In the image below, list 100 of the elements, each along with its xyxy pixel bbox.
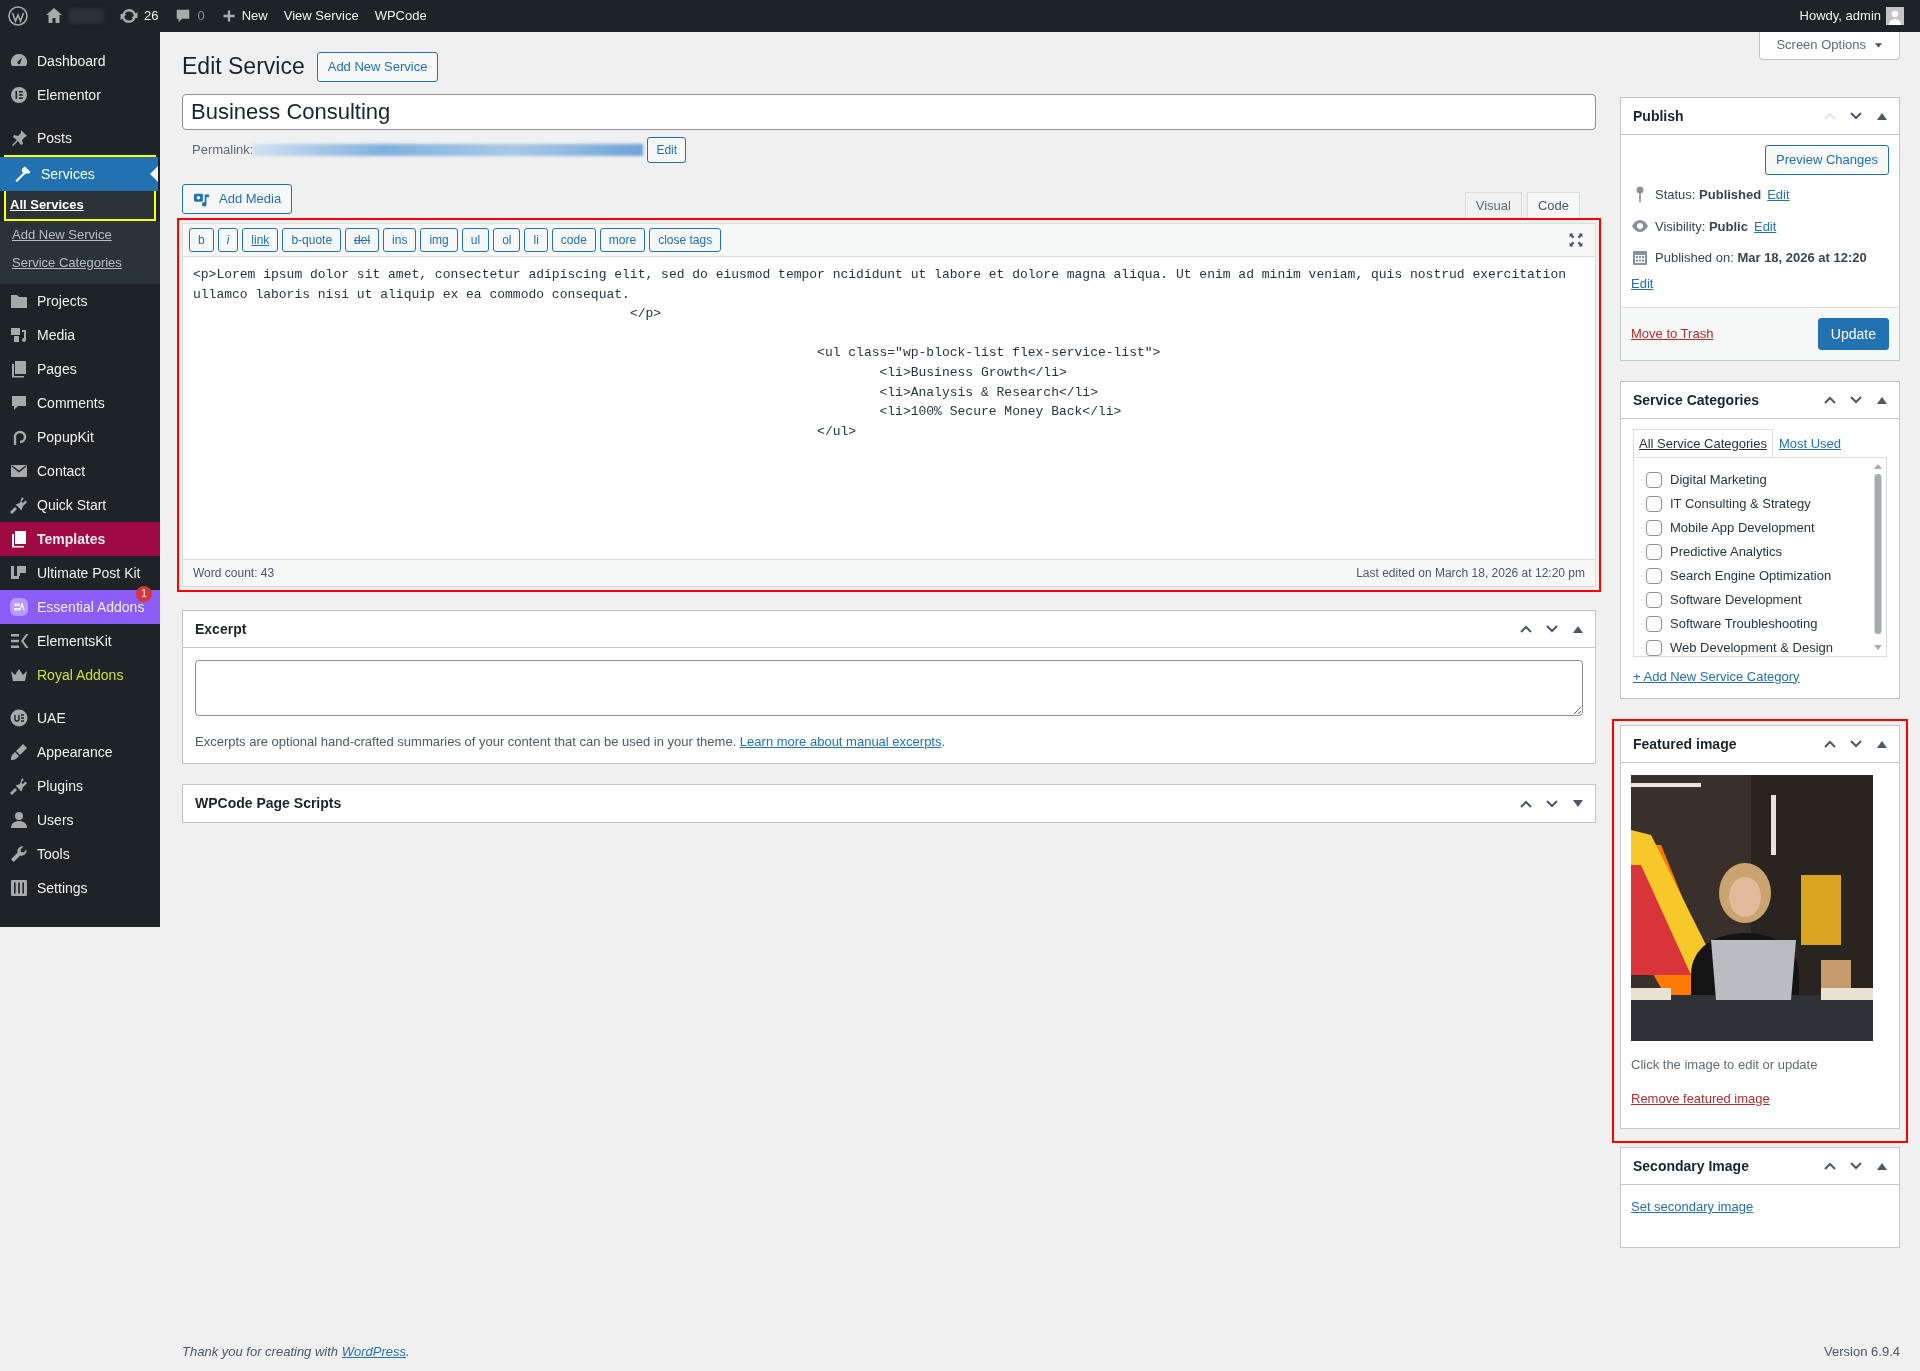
updates-link[interactable]: 26: [111, 0, 167, 32]
menu-item[interactable]: Media: [0, 318, 160, 352]
toolbar-link[interactable]: WPCode: [366, 0, 435, 32]
format-button[interactable]: li: [524, 228, 548, 252]
comments-link[interactable]: 0: [166, 0, 213, 32]
menu-item[interactable]: Quick Start: [0, 488, 160, 522]
menu-item[interactable]: Templates: [0, 522, 160, 556]
triangle-up-icon: [1573, 625, 1583, 633]
new-menu[interactable]: New: [212, 0, 276, 32]
triangle-down-icon: [1573, 800, 1583, 807]
category-checkbox[interactable]: [1646, 495, 1662, 512]
add-category-link[interactable]: + Add New Service Category: [1633, 666, 1800, 686]
category-checkbox[interactable]: [1646, 471, 1662, 488]
menu-item[interactable]: Services: [0, 157, 158, 191]
edit-link[interactable]: Edit: [1753, 216, 1777, 236]
submenu-item[interactable]: All Services: [0, 191, 158, 219]
move-to-trash-link[interactable]: Move to Trash: [1631, 324, 1714, 344]
remove-image-link[interactable]: Remove featured image: [1631, 1090, 1770, 1106]
menu-item[interactable]: Tools: [0, 837, 160, 871]
category-tab[interactable]: All Service Categories: [1633, 429, 1773, 458]
menu-item[interactable]: Royal Addons: [0, 658, 160, 692]
wordpress-link[interactable]: WordPress: [341, 1343, 406, 1359]
add-new-button[interactable]: Add New Service: [316, 52, 439, 82]
format-button[interactable]: img: [420, 228, 458, 252]
add-media-button[interactable]: Add Media: [182, 184, 293, 214]
wordpress-logo-icon: [8, 6, 28, 26]
category-checkbox[interactable]: [1646, 639, 1662, 656]
account-menu[interactable]: Howdy, admin: [1791, 0, 1912, 32]
submenu-item[interactable]: Add New Service: [0, 221, 160, 249]
category-label: Search Engine Optimization: [1670, 566, 1832, 585]
title-field[interactable]: Business Consulting: [182, 94, 1596, 130]
edit-permalink-button[interactable]: Edit: [647, 137, 687, 163]
panel-title: Secondary Image: [1633, 1157, 1749, 1175]
category-checkbox[interactable]: [1646, 567, 1662, 584]
word-count: Word count: 43: [193, 565, 275, 582]
format-button[interactable]: code: [551, 228, 596, 252]
format-button[interactable]: ul: [461, 228, 490, 252]
editor-tab[interactable]: Visual: [1464, 192, 1522, 218]
user-icon: [9, 810, 29, 830]
category-tab[interactable]: Most Used: [1772, 429, 1848, 458]
menu-item[interactable]: Elementor: [0, 78, 160, 112]
triangle-up-icon: [1877, 396, 1887, 404]
editor-tab[interactable]: Code: [1526, 192, 1580, 218]
plus-icon: [220, 8, 237, 24]
triangle-up-icon: [1877, 740, 1887, 748]
addons-icon: [9, 597, 29, 617]
media-icon: [9, 325, 29, 345]
refresh-icon: [119, 6, 139, 26]
format-button[interactable]: b-quote: [282, 228, 342, 252]
uae-icon: [9, 708, 29, 728]
plug-icon: [9, 776, 29, 796]
edit-link[interactable]: Edit: [1631, 275, 1654, 291]
wrench-icon: [9, 844, 29, 864]
menu-item[interactable]: PopupKit: [0, 420, 160, 454]
excerpt-field[interactable]: [195, 660, 1583, 716]
category-label: Software Development: [1670, 590, 1802, 609]
menu-item[interactable]: Users: [0, 803, 160, 837]
menu-item[interactable]: UAE: [0, 701, 160, 735]
screen-options-button[interactable]: Screen Options: [1759, 32, 1900, 60]
comment-count: 0: [197, 7, 205, 26]
menu-item[interactable]: Pages: [0, 352, 160, 386]
menu-item[interactable]: Posts: [0, 121, 160, 155]
format-button[interactable]: i: [217, 228, 239, 252]
format-button[interactable]: link: [242, 228, 279, 252]
category-checkbox[interactable]: [1646, 543, 1662, 560]
menu-item[interactable]: Plugins: [0, 769, 160, 803]
update-button[interactable]: Update: [1817, 318, 1889, 350]
menu-item[interactable]: Comments: [0, 386, 160, 420]
category-checkbox[interactable]: [1646, 615, 1662, 632]
menu-item[interactable]: Projects: [0, 284, 160, 318]
menu-item[interactable]: Appearance: [0, 735, 160, 769]
category-label: IT Consulting & Strategy: [1670, 494, 1811, 513]
format-button[interactable]: ol: [493, 228, 521, 252]
category-checkbox[interactable]: [1646, 591, 1662, 608]
menu-item[interactable]: Dashboard: [0, 44, 160, 78]
greeting-text: Howdy, admin: [1799, 7, 1881, 26]
preview-changes-button[interactable]: Preview Changes: [1765, 145, 1889, 175]
menu-item[interactable]: ElementsKit: [0, 624, 160, 658]
format-button[interactable]: ins: [383, 228, 417, 252]
panel-title: WPCode Page Scripts: [195, 795, 342, 812]
menu-item[interactable]: Contact: [0, 454, 160, 488]
format-button[interactable]: b: [189, 228, 214, 252]
category-checkbox[interactable]: [1646, 519, 1662, 536]
set-image-link[interactable]: Set secondary image: [1631, 1199, 1754, 1214]
calendar-icon: [1631, 248, 1649, 266]
last-edited-text: Last edited on March 18, 2026 at 12:20 pm: [1356, 565, 1585, 582]
toolbar-link[interactable]: View Service: [275, 0, 367, 32]
edit-link[interactable]: Edit: [1767, 185, 1790, 205]
format-button[interactable]: del: [345, 228, 380, 252]
format-button[interactable]: close tags: [649, 228, 722, 252]
submenu-item[interactable]: Service Categories: [0, 249, 160, 277]
caret-icon: [1874, 41, 1883, 49]
panel-title: Featured image: [1633, 735, 1737, 753]
menu-item[interactable]: Settings: [0, 871, 160, 905]
fullscreen-icon: [1568, 232, 1584, 248]
format-button[interactable]: more: [599, 228, 646, 252]
post-status-text: Status: Published: [1655, 186, 1762, 204]
version-text: Version 6.9.4: [1824, 1342, 1900, 1361]
elementskit-icon: [9, 631, 29, 651]
content-editor[interactable]: <p>Lorem ipsum dolor sit amet, consectetur adipiscing elit, sed do eiusmod tempor ncididunt ut labore et dolore magna aliqua. Ut enim ad minim veniam, quis nostrud exercitation ullamco laboris nisi ut aliquip ex ea commodo consequat. </p> <ul class="wp-block-list flex-service-list"> <li>Business Growth</li> <li>Analysis & Research</li> <li>100% Secure Money Back</li> </ul>: [183, 257, 1595, 559]
